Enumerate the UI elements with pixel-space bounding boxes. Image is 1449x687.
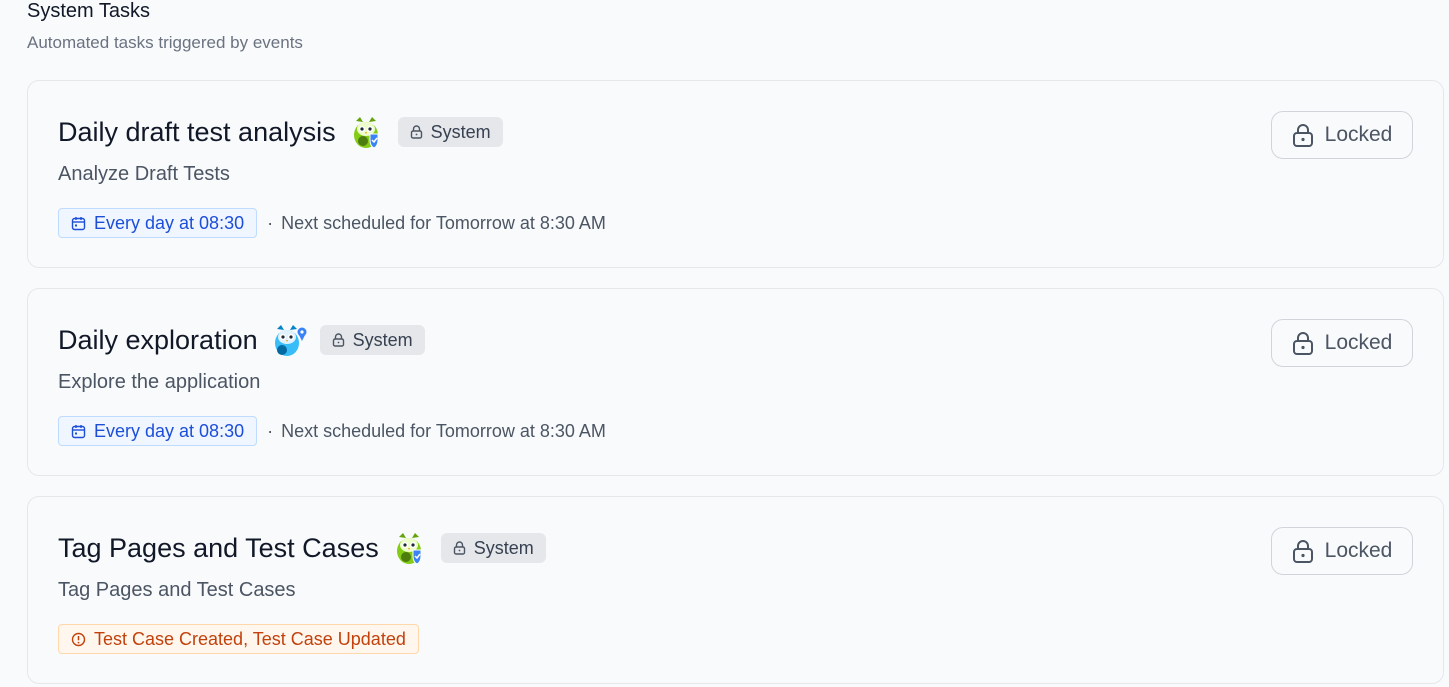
system-badge-label: System bbox=[430, 121, 491, 142]
system-badge: System bbox=[397, 117, 503, 147]
system-badge-label: System bbox=[352, 329, 413, 350]
locked-button[interactable]: Locked bbox=[1271, 111, 1413, 159]
locked-button[interactable]: Locked bbox=[1271, 527, 1413, 575]
separator-dot: · bbox=[267, 212, 274, 233]
alert-circle-icon bbox=[71, 632, 86, 646]
task-trigger-row: Every day at 08:30 · Next scheduled for … bbox=[58, 207, 606, 239]
task-title: Daily exploration bbox=[58, 325, 258, 355]
task-header: Daily exploration System bbox=[58, 322, 425, 358]
task-description: Analyze Draft Tests bbox=[58, 163, 230, 185]
lock-icon bbox=[332, 333, 344, 347]
schedule-label: Every day at 08:30 bbox=[94, 212, 245, 233]
locked-button-label: Locked bbox=[1324, 539, 1393, 562]
next-scheduled-text: Next scheduled for Tomorrow at 8:30 AM bbox=[281, 212, 606, 233]
event-trigger-chip: Test Case Created, Test Case Updated bbox=[58, 624, 419, 654]
task-header: Daily draft test analysis System bbox=[58, 114, 503, 150]
calendar-icon bbox=[71, 424, 86, 438]
task-description: Explore the application bbox=[58, 371, 261, 393]
task-trigger-row: Test Case Created, Test Case Updated bbox=[58, 623, 419, 655]
locked-button-label: Locked bbox=[1324, 123, 1393, 146]
schedule-chip: Every day at 08:30 bbox=[58, 416, 258, 446]
task-card: Daily draft test analysis System Analyze… bbox=[27, 80, 1444, 268]
lock-icon bbox=[1292, 332, 1313, 355]
lock-icon bbox=[1292, 124, 1313, 147]
system-badge-label: System bbox=[473, 537, 534, 558]
calendar-icon bbox=[71, 216, 86, 230]
task-description: Tag Pages and Test Cases bbox=[58, 579, 296, 601]
locked-button-label: Locked bbox=[1324, 331, 1393, 354]
system-badge: System bbox=[319, 325, 425, 355]
green-owl-shield-icon bbox=[393, 531, 425, 565]
task-title: Daily draft test analysis bbox=[58, 117, 336, 147]
system-tasks-page: System Tasks Automated tasks triggered b… bbox=[0, 0, 1449, 687]
task-card: Daily exploration System Explore the app… bbox=[27, 288, 1444, 476]
lock-icon bbox=[453, 541, 465, 555]
lock-icon bbox=[1292, 540, 1313, 563]
task-card: Tag Pages and Test Cases System Tag Page… bbox=[27, 496, 1444, 684]
blue-owl-pin-icon bbox=[272, 323, 307, 357]
section-subtitle: Automated tasks triggered by events bbox=[27, 33, 303, 52]
section-title: System Tasks bbox=[27, 0, 150, 22]
event-trigger-label: Test Case Created, Test Case Updated bbox=[94, 628, 406, 649]
locked-button[interactable]: Locked bbox=[1271, 319, 1413, 367]
next-scheduled-text: Next scheduled for Tomorrow at 8:30 AM bbox=[281, 420, 606, 441]
task-header: Tag Pages and Test Cases System bbox=[58, 530, 546, 566]
task-title: Tag Pages and Test Cases bbox=[58, 533, 379, 563]
schedule-label: Every day at 08:30 bbox=[94, 420, 245, 441]
schedule-chip: Every day at 08:30 bbox=[58, 208, 258, 238]
task-trigger-row: Every day at 08:30 · Next scheduled for … bbox=[58, 415, 606, 447]
lock-icon bbox=[410, 125, 422, 139]
green-owl-shield-icon bbox=[350, 115, 382, 149]
separator-dot: · bbox=[267, 420, 274, 441]
system-badge: System bbox=[440, 533, 546, 563]
